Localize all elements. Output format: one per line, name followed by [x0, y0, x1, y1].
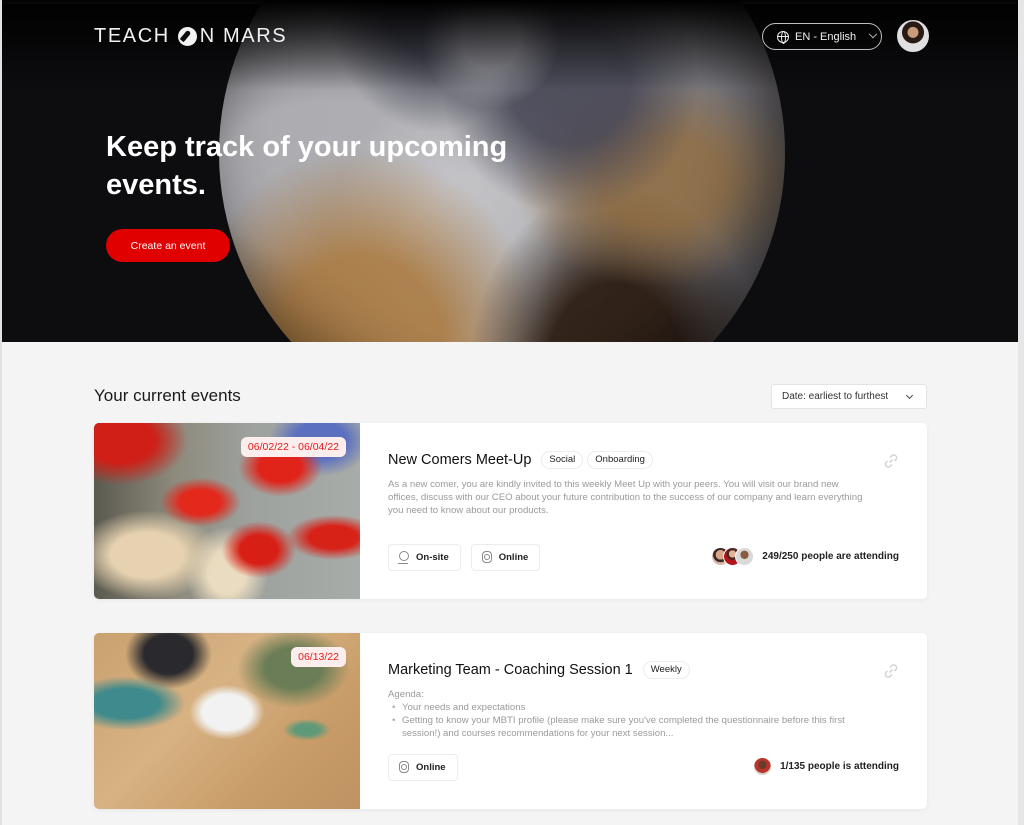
event-title-row: New Comers Meet-Up Social Onboarding: [388, 451, 653, 469]
link-icon[interactable]: [883, 453, 899, 469]
mode-label: Online: [498, 552, 529, 563]
agenda-list: Your needs and expectations Getting to k…: [388, 701, 868, 740]
event-tag: Weekly: [642, 661, 690, 679]
rocket-icon: [177, 27, 197, 46]
sort-label: Date: earliest to furthest: [782, 391, 889, 402]
event-modes: On-site Online: [388, 544, 550, 571]
mode-chip-online[interactable]: Online: [470, 544, 541, 571]
webcam-icon: [398, 761, 409, 774]
attendance[interactable]: 1/135 people is attending: [753, 757, 899, 776]
mode-label: Online: [416, 762, 446, 773]
attendance[interactable]: 249/250 people are attending: [711, 547, 899, 566]
hero-title: Keep track of your upcoming events.: [106, 131, 508, 201]
language-select[interactable]: EN - English: [762, 23, 882, 50]
event-card-body: New Comers Meet-Up Social Onboarding As …: [388, 423, 927, 599]
event-description: As a new comer, you are kindly invited t…: [388, 479, 863, 516]
event-card[interactable]: 06/02/22 - 06/04/22 New Comers Meet-Up S…: [94, 423, 927, 599]
event-tag: Onboarding: [587, 451, 653, 469]
section-title: Your current events: [94, 386, 241, 405]
attendee-avatar: [753, 757, 773, 776]
event-card-body: Marketing Team - Coaching Session 1 Week…: [388, 633, 927, 809]
logo-text-teach: TEACH: [94, 25, 170, 47]
create-event-button[interactable]: Create an event: [106, 229, 230, 262]
event-image-marketing-desk: 06/13/22: [94, 633, 360, 809]
agenda-item: Getting to know your MBTI profile (pleas…: [388, 714, 868, 740]
location-pin-icon: [398, 551, 409, 564]
event-modes: Online: [388, 754, 468, 781]
event-title-row: Marketing Team - Coaching Session 1 Week…: [388, 661, 690, 679]
mode-chip-onsite[interactable]: On-site: [388, 544, 461, 571]
webcam-icon: [481, 551, 492, 564]
language-label: EN - English: [795, 30, 857, 43]
agenda-label: Agenda:: [388, 689, 424, 700]
link-icon[interactable]: [883, 663, 899, 679]
event-title[interactable]: Marketing Team - Coaching Session 1: [388, 662, 633, 678]
event-description: Agenda: Your needs and expectations Gett…: [388, 688, 868, 740]
attendance-count: 1/135 people is attending: [780, 761, 899, 772]
logo[interactable]: TEACH N MARS: [94, 25, 287, 48]
chevron-down-icon: [868, 29, 878, 38]
event-tag: Social: [541, 451, 584, 469]
date-badge: 06/13/22: [291, 647, 346, 667]
globe-icon: [777, 30, 789, 44]
date-badge: 06/02/22 - 06/04/22: [240, 437, 346, 457]
logo-text-mars: N MARS: [199, 25, 288, 47]
sort-select[interactable]: Date: earliest to furthest: [771, 384, 927, 409]
event-image-origami-cranes: 06/02/22 - 06/04/22: [94, 423, 360, 599]
attendee-avatar: [735, 547, 755, 566]
attendance-count: 249/250 people are attending: [762, 551, 899, 562]
user-avatar[interactable]: [897, 20, 929, 52]
chevron-down-icon: [905, 391, 914, 400]
agenda-item: Your needs and expectations: [388, 701, 868, 714]
event-title[interactable]: New Comers Meet-Up: [388, 452, 531, 468]
hero-banner: TEACH N MARS EN - English Keep track of …: [2, 0, 1018, 342]
mode-chip-online[interactable]: Online: [388, 754, 458, 781]
mode-label: On-site: [416, 552, 449, 563]
event-card[interactable]: 06/13/22 Marketing Team - Coaching Sessi…: [94, 633, 927, 809]
